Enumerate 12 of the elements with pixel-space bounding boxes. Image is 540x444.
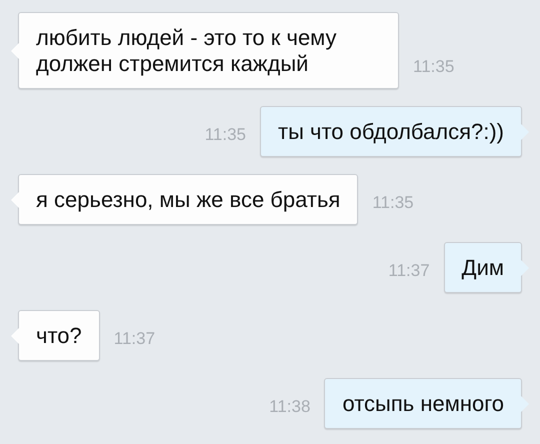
message-time: 11:35 — [413, 57, 454, 77]
message-time: 11:37 — [114, 329, 156, 349]
message-bubble: отсыпь немного — [324, 378, 530, 431]
message-bubble: Дим — [444, 242, 530, 295]
message-bubble: любить людей - это то к чему должен стремится каждый — [10, 12, 399, 91]
message-time: 11:38 — [269, 397, 310, 417]
message-bubble: ты что обдолбался?:)) — [260, 106, 530, 159]
message-time: 11:37 — [388, 261, 430, 281]
message-bubble: что? — [10, 310, 100, 363]
message-time: 11:35 — [204, 125, 246, 145]
message-bubble: я серьезно, мы же все братья — [10, 174, 358, 227]
message-time: 11:35 — [372, 193, 414, 213]
